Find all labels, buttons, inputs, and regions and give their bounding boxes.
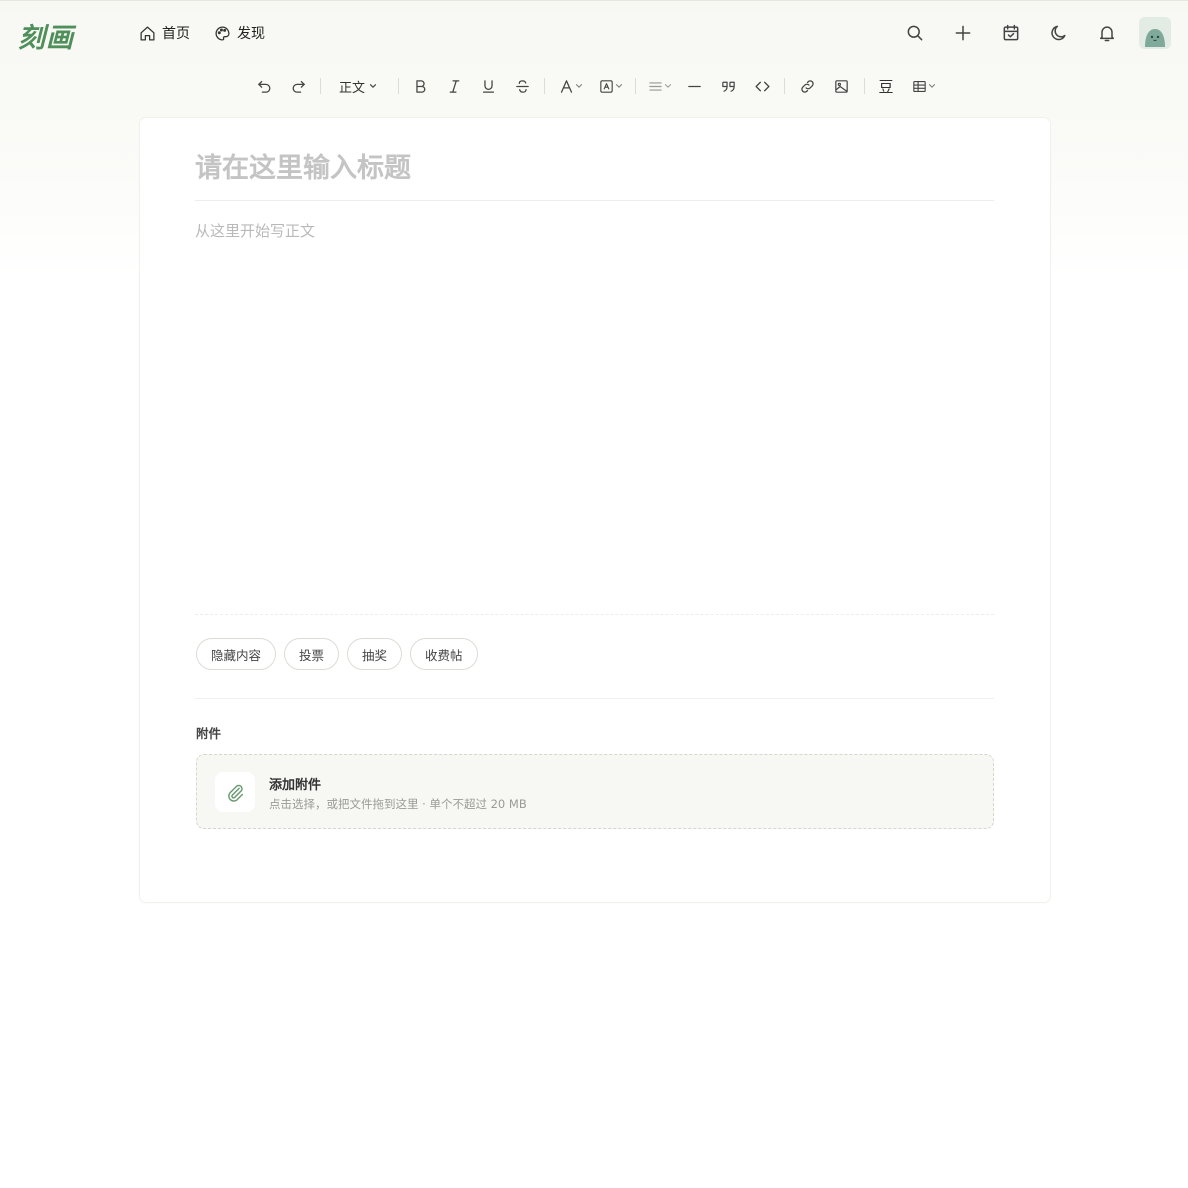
avatar[interactable] <box>1139 17 1171 49</box>
toolbar-divider <box>320 78 321 94</box>
paragraph-style-select[interactable]: 正文 <box>335 72 381 100</box>
hidden-content-button[interactable]: 隐藏内容 <box>196 638 277 670</box>
body-editor[interactable] <box>195 220 995 610</box>
douban-button[interactable]: 豆 <box>876 72 896 100</box>
chevron-down-icon <box>575 84 582 88</box>
poll-button[interactable]: 投票 <box>284 638 340 670</box>
link-button[interactable] <box>797 72 817 100</box>
douban-icon: 豆 <box>878 77 894 96</box>
code-button[interactable] <box>752 72 772 100</box>
horizontal-rule-icon <box>687 85 701 87</box>
strikethrough-icon <box>515 79 529 93</box>
body-divider <box>195 614 994 615</box>
post-options: 隐藏内容 投票 抽奖 收费帖 <box>196 638 478 670</box>
editor-toolbar: 正文 豆 <box>0 72 1188 100</box>
table-icon <box>912 80 926 92</box>
paid-post-button[interactable]: 收费帖 <box>410 638 478 670</box>
attachment-icon-box <box>215 772 255 812</box>
toolbar-divider <box>544 78 545 94</box>
toolbar-divider <box>864 78 865 94</box>
header-actions <box>0 20 1188 48</box>
table-button[interactable] <box>909 72 937 100</box>
attachment-title: 添加附件 <box>269 778 322 793</box>
horizontal-rule-button[interactable] <box>685 72 703 100</box>
theme-toggle-button[interactable] <box>1047 21 1071 45</box>
toolbar-divider <box>784 78 785 94</box>
notifications-button[interactable] <box>1095 21 1119 45</box>
search-button[interactable] <box>903 21 927 45</box>
plus-icon <box>955 25 971 41</box>
highlight-button[interactable] <box>596 72 624 100</box>
align-icon <box>648 81 662 91</box>
toolbar-divider <box>398 78 399 94</box>
lottery-button[interactable]: 抽奖 <box>347 638 403 670</box>
checkin-button[interactable] <box>999 21 1023 45</box>
paperclip-icon <box>228 784 244 802</box>
title-input[interactable] <box>195 148 995 188</box>
paragraph-style-label: 正文 <box>338 80 365 96</box>
moon-icon <box>1051 25 1066 41</box>
italic-button[interactable] <box>445 72 463 100</box>
chevron-down-icon <box>928 84 935 88</box>
attachment-description: 点击选择，或把文件拖到这里 · 单个不超过 20 MB <box>269 797 527 811</box>
font-color-button[interactable] <box>556 72 584 100</box>
underline-icon <box>482 79 494 93</box>
bold-button[interactable] <box>411 72 429 100</box>
header: 刻画 首页 发现 <box>0 0 1188 64</box>
font-color-icon <box>560 79 572 93</box>
code-icon <box>754 81 770 91</box>
title-divider <box>195 200 994 201</box>
italic-icon <box>449 79 459 93</box>
editor-card: 隐藏内容 投票 抽奖 收费帖 附件 添加附件 点击选择，或把文件拖到这里 · 单… <box>140 118 1050 902</box>
link-icon <box>800 79 814 93</box>
toolbar-divider <box>635 78 636 94</box>
redo-button[interactable] <box>288 72 308 100</box>
quote-icon <box>721 81 735 92</box>
highlight-icon <box>599 79 613 93</box>
image-button[interactable] <box>831 72 851 100</box>
create-button[interactable] <box>951 21 975 45</box>
attachment-dropzone[interactable]: 添加附件 点击选择，或把文件拖到这里 · 单个不超过 20 MB <box>196 754 994 829</box>
avatar-image <box>1139 17 1171 49</box>
quote-button[interactable] <box>719 72 737 100</box>
search-icon <box>907 25 923 41</box>
chevron-down-icon <box>369 83 377 89</box>
underline-button[interactable] <box>479 72 497 100</box>
chevron-down-icon <box>615 84 622 88</box>
calendar-check-icon <box>1003 24 1019 41</box>
paragraph-style-value: 正文 <box>339 77 377 96</box>
bold-icon <box>415 79 425 93</box>
bell-icon <box>1100 26 1114 42</box>
redo-icon <box>292 80 305 93</box>
align-button[interactable] <box>646 72 672 100</box>
attachment-section-label: 附件 <box>196 726 222 741</box>
image-icon <box>834 79 848 93</box>
chevron-down-icon <box>664 84 671 88</box>
undo-button[interactable] <box>254 72 274 100</box>
strikethrough-button[interactable] <box>513 72 531 100</box>
options-divider <box>195 698 994 699</box>
undo-icon <box>257 80 270 93</box>
